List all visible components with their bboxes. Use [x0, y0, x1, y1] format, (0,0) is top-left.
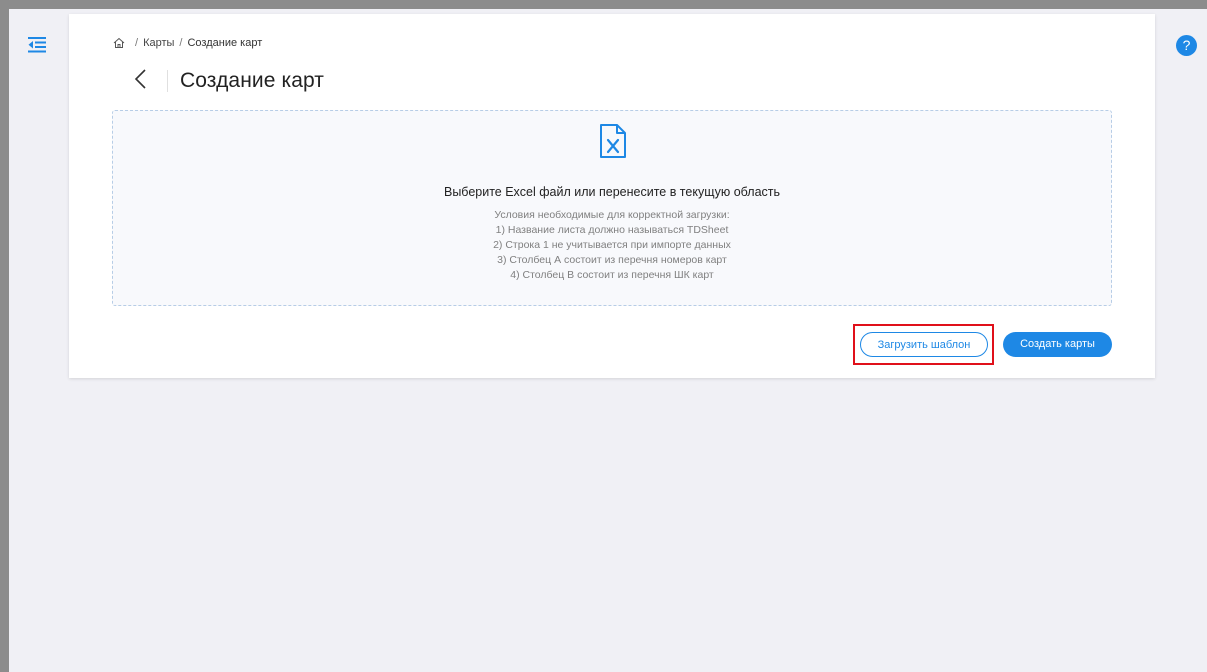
back-button[interactable] [133, 68, 153, 94]
window-left-border [0, 0, 9, 672]
condition-item: 1) Название листа должно называться TDSh… [495, 224, 729, 236]
breadcrumb-separator: / [135, 37, 139, 49]
page-header: Создание карт [133, 66, 324, 96]
create-cards-button[interactable]: Создать карты [1003, 332, 1112, 357]
file-dropzone[interactable]: Выберите Excel файл или перенесите в тек… [112, 110, 1112, 306]
menu-collapse-icon[interactable] [27, 36, 47, 54]
breadcrumb-item-cards[interactable]: Карты [143, 37, 174, 49]
dropzone-conditions: Условия необходимые для корректной загру… [113, 208, 1111, 283]
condition-heading: Условия необходимые для корректной загру… [494, 209, 730, 221]
dropzone-title: Выберите Excel файл или перенесите в тек… [443, 185, 781, 199]
help-label: ? [1182, 37, 1191, 53]
breadcrumb: / Карты / Создание карт [113, 36, 262, 50]
download-template-button[interactable]: Загрузить шаблон [860, 332, 988, 357]
page-title: Создание карт [180, 69, 325, 92]
condition-item: 3) Столбец А состоит из перечня номеров … [497, 254, 727, 266]
condition-item: 4) Столбец В состоит из перечня ШК карт [510, 269, 714, 281]
title-divider [167, 70, 168, 92]
window-top-border [0, 0, 1207, 9]
condition-item: 2) Строка 1 не учитывается при импорте д… [493, 239, 731, 251]
chevron-left-icon [133, 68, 147, 95]
help-button[interactable]: ? [1176, 35, 1197, 56]
home-icon[interactable] [113, 37, 125, 49]
breadcrumb-separator: / [179, 37, 183, 49]
main-card: / Карты / Создание карт Создание карт Вы… [69, 14, 1155, 378]
excel-file-icon [597, 123, 629, 159]
breadcrumb-item-current: Создание карт [187, 37, 263, 49]
